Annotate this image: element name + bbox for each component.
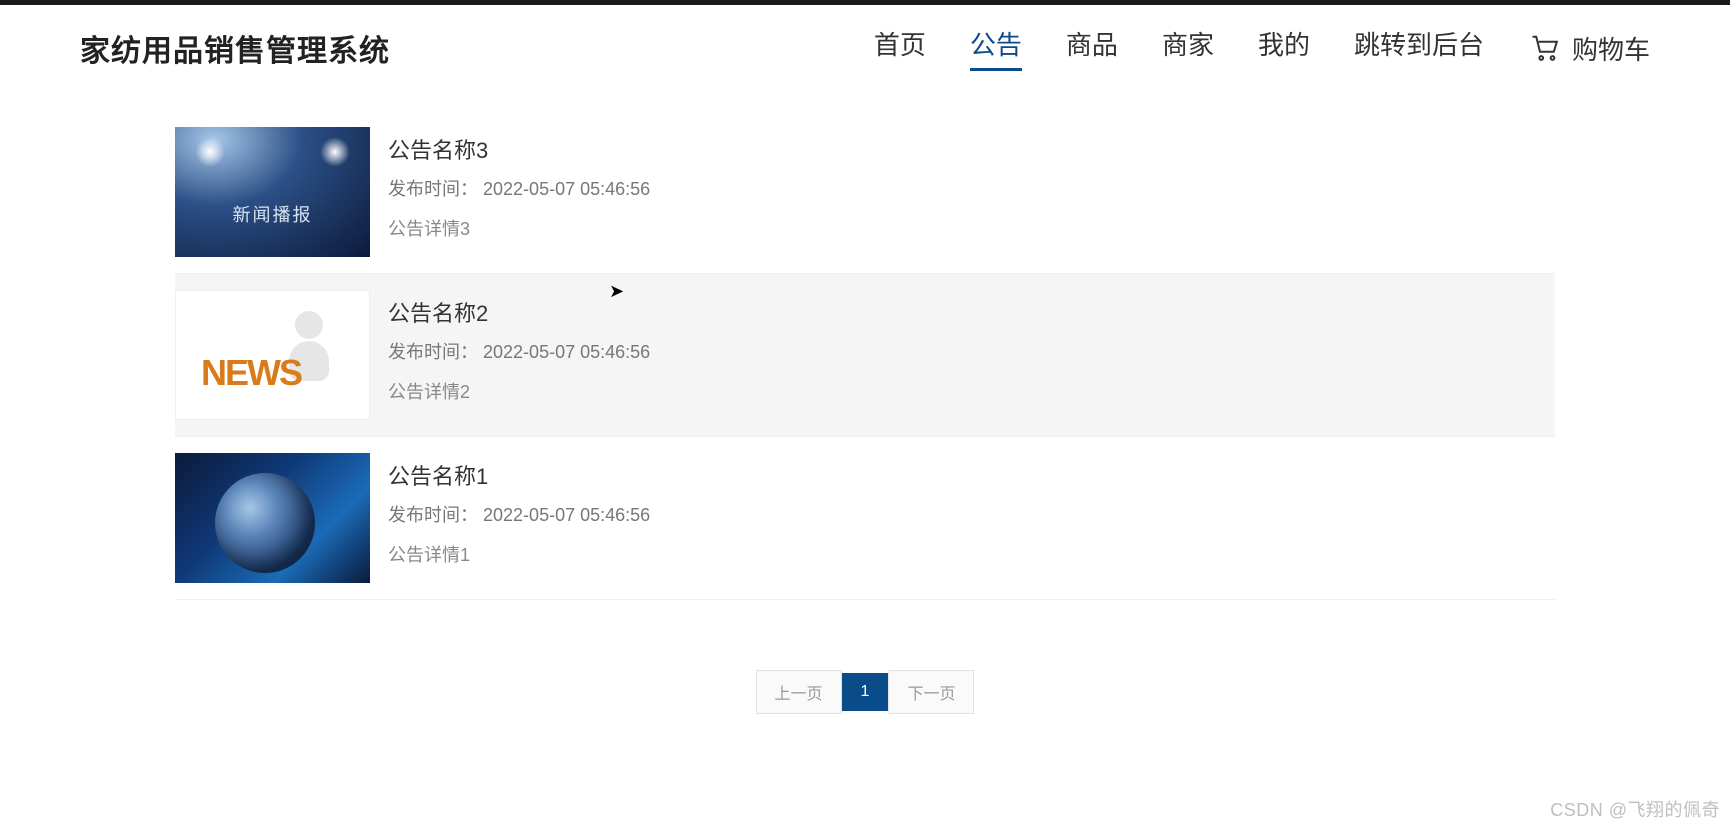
app-header: 家纺用品销售管理系统 首页 公告 商品 商家 我的 跳转到后台 购物车 bbox=[0, 5, 1730, 81]
notice-publish-time: 发布时间： 2022-05-07 05:46:56 bbox=[388, 338, 650, 364]
nav-cart[interactable]: 购物车 bbox=[1528, 30, 1650, 67]
nav-merchants[interactable]: 商家 bbox=[1162, 25, 1214, 71]
app-title: 家纺用品销售管理系统 bbox=[80, 26, 390, 70]
nav-home[interactable]: 首页 bbox=[874, 25, 926, 71]
notice-publish-time: 发布时间： 2022-05-07 05:46:56 bbox=[388, 175, 650, 201]
notice-publish-time: 发布时间： 2022-05-07 05:46:56 bbox=[388, 501, 650, 527]
notice-title: 公告名称1 bbox=[388, 459, 650, 491]
pagination: 上一页 1 下一页 bbox=[175, 670, 1555, 714]
notice-title: 公告名称2 bbox=[388, 296, 650, 328]
watermark: CSDN @飞翔的佩奇 bbox=[1550, 796, 1720, 822]
nav-notice[interactable]: 公告 bbox=[970, 25, 1022, 71]
main-nav: 首页 公告 商品 商家 我的 跳转到后台 购物车 bbox=[874, 25, 1650, 71]
notice-title: 公告名称3 bbox=[388, 133, 650, 165]
cart-icon bbox=[1528, 33, 1562, 63]
notice-thumbnail: 新闻播报 bbox=[175, 127, 370, 257]
notice-item[interactable]: 新闻播报 公告名称3 发布时间： 2022-05-07 05:46:56 公告详… bbox=[175, 111, 1555, 274]
notice-thumbnail: NEWS bbox=[175, 290, 370, 420]
notice-list: 新闻播报 公告名称3 发布时间： 2022-05-07 05:46:56 公告详… bbox=[175, 111, 1555, 600]
notice-item[interactable]: 公告名称1 发布时间： 2022-05-07 05:46:56 公告详情1 bbox=[175, 437, 1555, 600]
notice-detail: 公告详情1 bbox=[388, 541, 650, 567]
nav-products[interactable]: 商品 bbox=[1066, 25, 1118, 71]
cart-label: 购物车 bbox=[1572, 30, 1650, 67]
notice-item[interactable]: NEWS 公告名称2 发布时间： 2022-05-07 05:46:56 公告详… bbox=[175, 274, 1555, 437]
notice-thumbnail bbox=[175, 453, 370, 583]
thumbnail-caption: 新闻播报 bbox=[233, 201, 313, 227]
next-page-button[interactable]: 下一页 bbox=[888, 670, 974, 714]
nav-mine[interactable]: 我的 bbox=[1258, 25, 1310, 71]
main-content: 新闻播报 公告名称3 发布时间： 2022-05-07 05:46:56 公告详… bbox=[0, 81, 1730, 714]
notice-body: 公告名称3 发布时间： 2022-05-07 05:46:56 公告详情3 bbox=[388, 127, 650, 257]
thumbnail-caption: NEWS bbox=[201, 352, 301, 394]
page-number-1[interactable]: 1 bbox=[842, 673, 889, 711]
prev-page-button[interactable]: 上一页 bbox=[756, 670, 842, 714]
notice-body: 公告名称2 发布时间： 2022-05-07 05:46:56 公告详情2 bbox=[388, 290, 650, 420]
nav-backend[interactable]: 跳转到后台 bbox=[1354, 25, 1484, 71]
notice-detail: 公告详情2 bbox=[388, 378, 650, 404]
notice-body: 公告名称1 发布时间： 2022-05-07 05:46:56 公告详情1 bbox=[388, 453, 650, 583]
notice-detail: 公告详情3 bbox=[388, 215, 650, 241]
